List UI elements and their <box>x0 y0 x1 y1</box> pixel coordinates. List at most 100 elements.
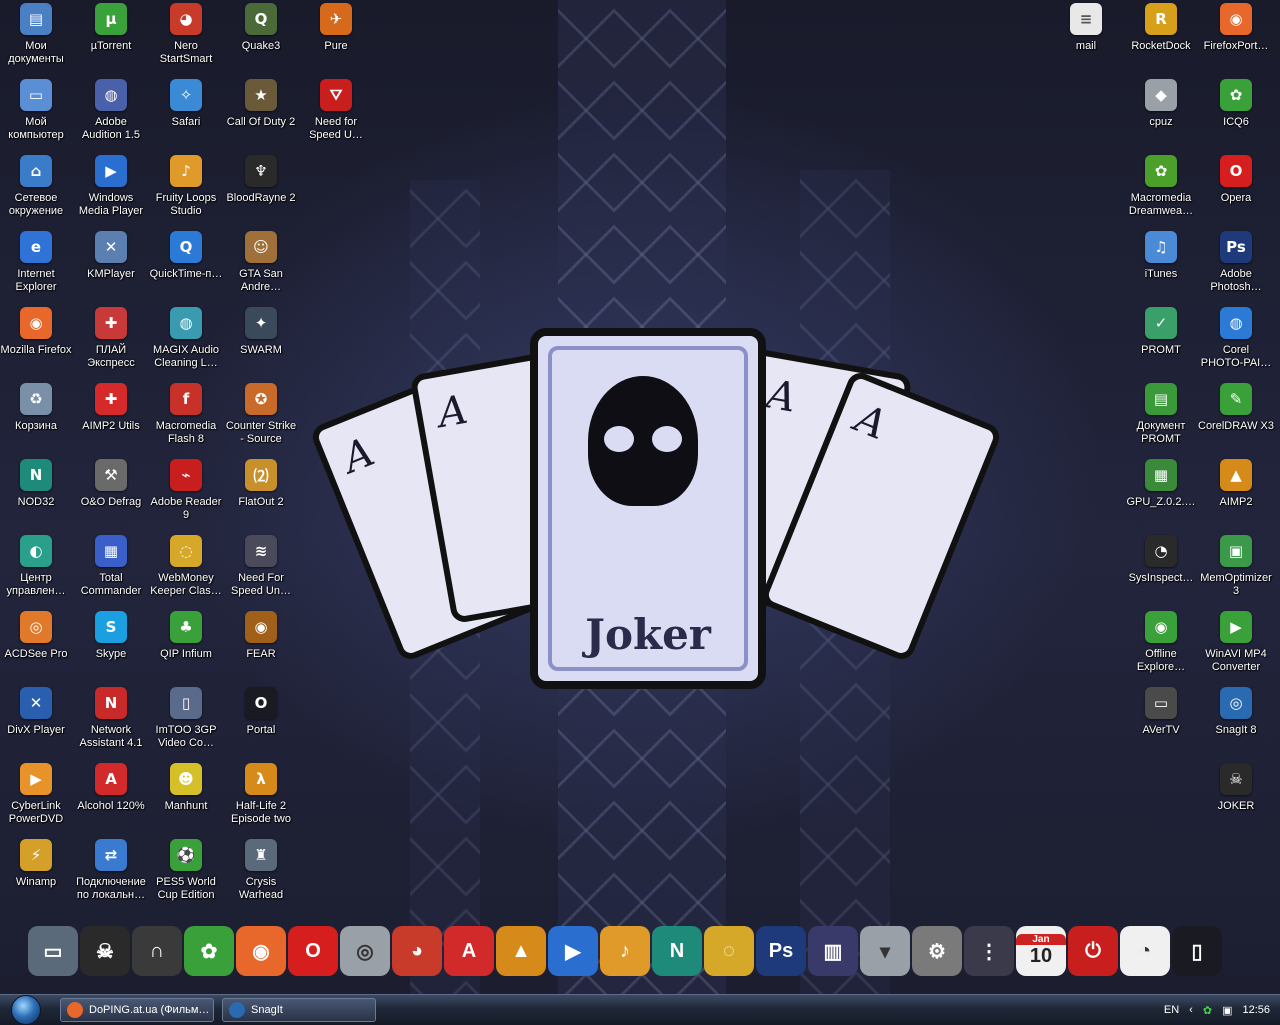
desktop-shortcut-nfs-underground[interactable]: ≋ Need For Speed Un… <box>223 532 299 606</box>
desktop-shortcut-network[interactable]: ⌂ Сетевое окружение <box>0 152 74 226</box>
desktop-shortcut-gta[interactable]: ☺ GTA San Andre… <box>223 228 299 302</box>
desktop-shortcut-portal[interactable]: O Portal <box>223 684 299 758</box>
shutdown-dock-icon[interactable]: ⏻ <box>1068 926 1118 976</box>
language-indicator[interactable]: EN <box>1164 1004 1179 1016</box>
nod32-dock-icon[interactable]: N <box>652 926 702 976</box>
desktop-shortcut-fear[interactable]: ◉ FEAR <box>223 608 299 682</box>
desktop-shortcut-media-player[interactable]: ▶ Windows Media Player <box>73 152 149 226</box>
desktop-shortcut-crysis[interactable]: ♜ Crysis Warhead <box>223 836 299 910</box>
desktop-shortcut-joker[interactable]: ☠ JOKER <box>1198 760 1274 834</box>
desktop-shortcut-divx[interactable]: ✕ DivX Player <box>0 684 74 758</box>
desktop-shortcut-network-assistant[interactable]: N Network Assistant 4.1 <box>73 684 149 758</box>
desktop-shortcut-acdsee[interactable]: ◎ ACDSee Pro <box>0 608 74 682</box>
desktop-shortcut-icq[interactable]: ✿ ICQ6 <box>1198 76 1274 150</box>
desktop-shortcut-snagit[interactable]: ◎ SnagIt 8 <box>1198 684 1274 758</box>
firefox-dock-icon[interactable]: ◉ <box>236 926 286 976</box>
desktop-shortcut-magix[interactable]: ◍ MAGIX Audio Cleaning L… <box>148 304 224 378</box>
desktop-shortcut-webmoney[interactable]: ◌ WebMoney Keeper Clas… <box>148 532 224 606</box>
desktop-shortcut-firefox-portable[interactable]: ◉ FirefoxPort… <box>1198 0 1274 74</box>
clock[interactable]: 12:56 <box>1242 1004 1270 1016</box>
desktop-shortcut-cpuz[interactable]: ◆ cpuz <box>1123 76 1199 150</box>
desktop-shortcut-winavi[interactable]: ▶ WinAVI MP4 Converter <box>1198 608 1274 682</box>
headphones-icon[interactable]: ∩ <box>132 926 182 976</box>
desktop-shortcut-dreamweaver[interactable]: ✿ Macromedia Dreamwea… <box>1123 152 1199 226</box>
settings-dock-icon[interactable]: ⚙ <box>912 926 962 976</box>
desktop-shortcut-control-center[interactable]: ◐ Центр управлен… <box>0 532 74 606</box>
nero-dock-icon[interactable]: ◕ <box>392 926 442 976</box>
desktop-shortcut-promt[interactable]: ✓ PROMT <box>1123 304 1199 378</box>
aimp-dock-icon[interactable]: ▲ <box>496 926 546 976</box>
desktop-shortcut-adobe-reader[interactable]: ⌁ Adobe Reader 9 <box>148 456 224 530</box>
taskbar-button-snagit[interactable]: SnagIt <box>222 998 376 1022</box>
alcohol-dock-icon[interactable]: A <box>444 926 494 976</box>
desktop-shortcut-swarm[interactable]: ✦ SWARM <box>223 304 299 378</box>
desktop-shortcut-utorrent[interactable]: µ µTorrent <box>73 0 149 74</box>
network-tray-icon[interactable]: ▣ <box>1222 1004 1232 1017</box>
desktop-shortcut-itunes[interactable]: ♫ iTunes <box>1123 228 1199 302</box>
desktop-shortcut-call-of-duty[interactable]: ★ Call Of Duty 2 <box>223 76 299 150</box>
desktop-shortcut-bloodrayne[interactable]: ♆ BloodRayne 2 <box>223 152 299 226</box>
desktop-shortcut-counter-strike[interactable]: ✪ Counter Strike - Source <box>223 380 299 454</box>
desktop-shortcut-recycle-bin[interactable]: ♻ Корзина <box>0 380 74 454</box>
desktop-shortcut-my-computer[interactable]: ▭ Мой компьютер <box>0 76 74 150</box>
desktop-shortcut-nero[interactable]: ◕ Nero StartSmart <box>148 0 224 74</box>
desktop-shortcut-opera[interactable]: O Opera <box>1198 152 1274 226</box>
fruity-loops-dock-icon[interactable]: ♪ <box>600 926 650 976</box>
desktop-shortcut-fruity-loops[interactable]: ♪ Fruity Loops Studio <box>148 152 224 226</box>
desktop-shortcut-powerdvd[interactable]: ▶ CyberLink PowerDVD <box>0 760 74 834</box>
desktop-shortcut-quake3[interactable]: Q Quake3 <box>223 0 299 74</box>
desktop-shortcut-rocketdock[interactable]: R RocketDock <box>1123 0 1199 74</box>
desktop-shortcut-alcohol[interactable]: A Alcohol 120% <box>73 760 149 834</box>
desktop-shortcut-aimp2[interactable]: ▲ AIMP2 <box>1198 456 1274 530</box>
desktop-shortcut-coreldraw[interactable]: ✎ CorelDRAW X3 <box>1198 380 1274 454</box>
desktop-shortcut-winamp[interactable]: ⚡ Winamp <box>0 836 74 910</box>
separator-dock-icon[interactable]: ⋮ <box>964 926 1014 976</box>
taskbar-button-doping[interactable]: DoPING.at.ua (Фильм… <box>60 998 214 1022</box>
desktop-shortcut-sysinspector[interactable]: ◔ SysInspect… <box>1123 532 1199 606</box>
desktop-shortcut-pure[interactable]: ✈ Pure <box>298 0 374 74</box>
desktop-shortcut-nod32[interactable]: N NOD32 <box>0 456 74 530</box>
desktop-shortcut-mail-document[interactable]: ≡ mail <box>1048 0 1124 74</box>
desktop-shortcut-safari[interactable]: ✧ Safari <box>148 76 224 150</box>
opera-dock-icon[interactable]: O <box>288 926 338 976</box>
desktop-shortcut-offline-explorer[interactable]: ◉ Offline Explore… <box>1123 608 1199 682</box>
desktop-shortcut-skype[interactable]: S Skype <box>73 608 149 682</box>
equalizer-dock-icon[interactable]: ▥ <box>808 926 858 976</box>
media-player-dock-icon[interactable]: ▶ <box>548 926 598 976</box>
desktop-shortcut-promt-document[interactable]: ▤ Документ PROMT <box>1123 380 1199 454</box>
webmoney-dock-icon[interactable]: ◌ <box>704 926 754 976</box>
calendar-dock-icon[interactable]: Jan 10 <box>1016 926 1066 976</box>
tray-expand-icon[interactable]: ‹ <box>1189 1004 1193 1016</box>
desktop-shortcut-kmplayer[interactable]: ✕ KMPlayer <box>73 228 149 302</box>
desktop-shortcut-nfs-undercover[interactable]: ⛛ Need for Speed U… <box>298 76 374 150</box>
desktop-shortcut-gpuz[interactable]: ▦ GPU_Z.0.2.… <box>1123 456 1199 530</box>
clock-dock-icon[interactable]: ◔ <box>1120 926 1170 976</box>
icq-tray-icon[interactable]: ✿ <box>1203 1004 1212 1017</box>
desktop-shortcut-qip[interactable]: ♣ QIP Infium <box>148 608 224 682</box>
desktop-shortcut-manhunt[interactable]: ☻ Manhunt <box>148 760 224 834</box>
desktop-shortcut-audition[interactable]: ◍ Adobe Audition 1.5 <box>73 76 149 150</box>
dropdown-dock-icon[interactable]: ▾ <box>860 926 910 976</box>
desktop-shortcut-corel-photopaint[interactable]: ◍ Corel PHOTO-PAI… <box>1198 304 1274 378</box>
desktop-shortcut-avertv[interactable]: ▭ AVerTV <box>1123 684 1199 758</box>
screenshot-thumb-icon[interactable]: ▭ <box>28 926 78 976</box>
trash-dock-icon[interactable]: ▯ <box>1172 926 1222 976</box>
desktop-shortcut-photoshop[interactable]: Ps Adobe Photosh… <box>1198 228 1274 302</box>
desktop-shortcut-local-connection[interactable]: ⇄ Подключение по локальн… <box>73 836 149 910</box>
acdsee-dock-icon[interactable]: ◎ <box>340 926 390 976</box>
start-button[interactable] <box>0 995 52 1025</box>
photoshop-dock-icon[interactable]: Ps <box>756 926 806 976</box>
desktop-shortcut-my-documents[interactable]: ▤ Мои документы <box>0 0 74 74</box>
desktop-shortcut-internet-explorer[interactable]: e Internet Explorer <box>0 228 74 302</box>
joker-dock-icon[interactable]: ☠ <box>80 926 130 976</box>
desktop-shortcut-aimp-utils[interactable]: ✚ AIMP2 Utils <box>73 380 149 454</box>
desktop-shortcut-total-commander[interactable]: ▦ Total Commander <box>73 532 149 606</box>
desktop-shortcut-pes5[interactable]: ⚽ PES5 World Cup Edition <box>148 836 224 910</box>
desktop-shortcut-half-life[interactable]: λ Half-Life 2 Episode two <box>223 760 299 834</box>
desktop-shortcut-quicktime[interactable]: Q QuickTime-п… <box>148 228 224 302</box>
desktop-shortcut-imtoo[interactable]: ▯ ImTOO 3GP Video Co… <box>148 684 224 758</box>
desktop-shortcut-firefox[interactable]: ◉ Mozilla Firefox <box>0 304 74 378</box>
desktop-shortcut-flash[interactable]: f Macromedia Flash 8 <box>148 380 224 454</box>
desktop-shortcut-flatout[interactable]: ⑵ FlatOut 2 <box>223 456 299 530</box>
desktop-shortcut-memoptimizer[interactable]: ▣ MemOptimizer 3 <box>1198 532 1274 606</box>
